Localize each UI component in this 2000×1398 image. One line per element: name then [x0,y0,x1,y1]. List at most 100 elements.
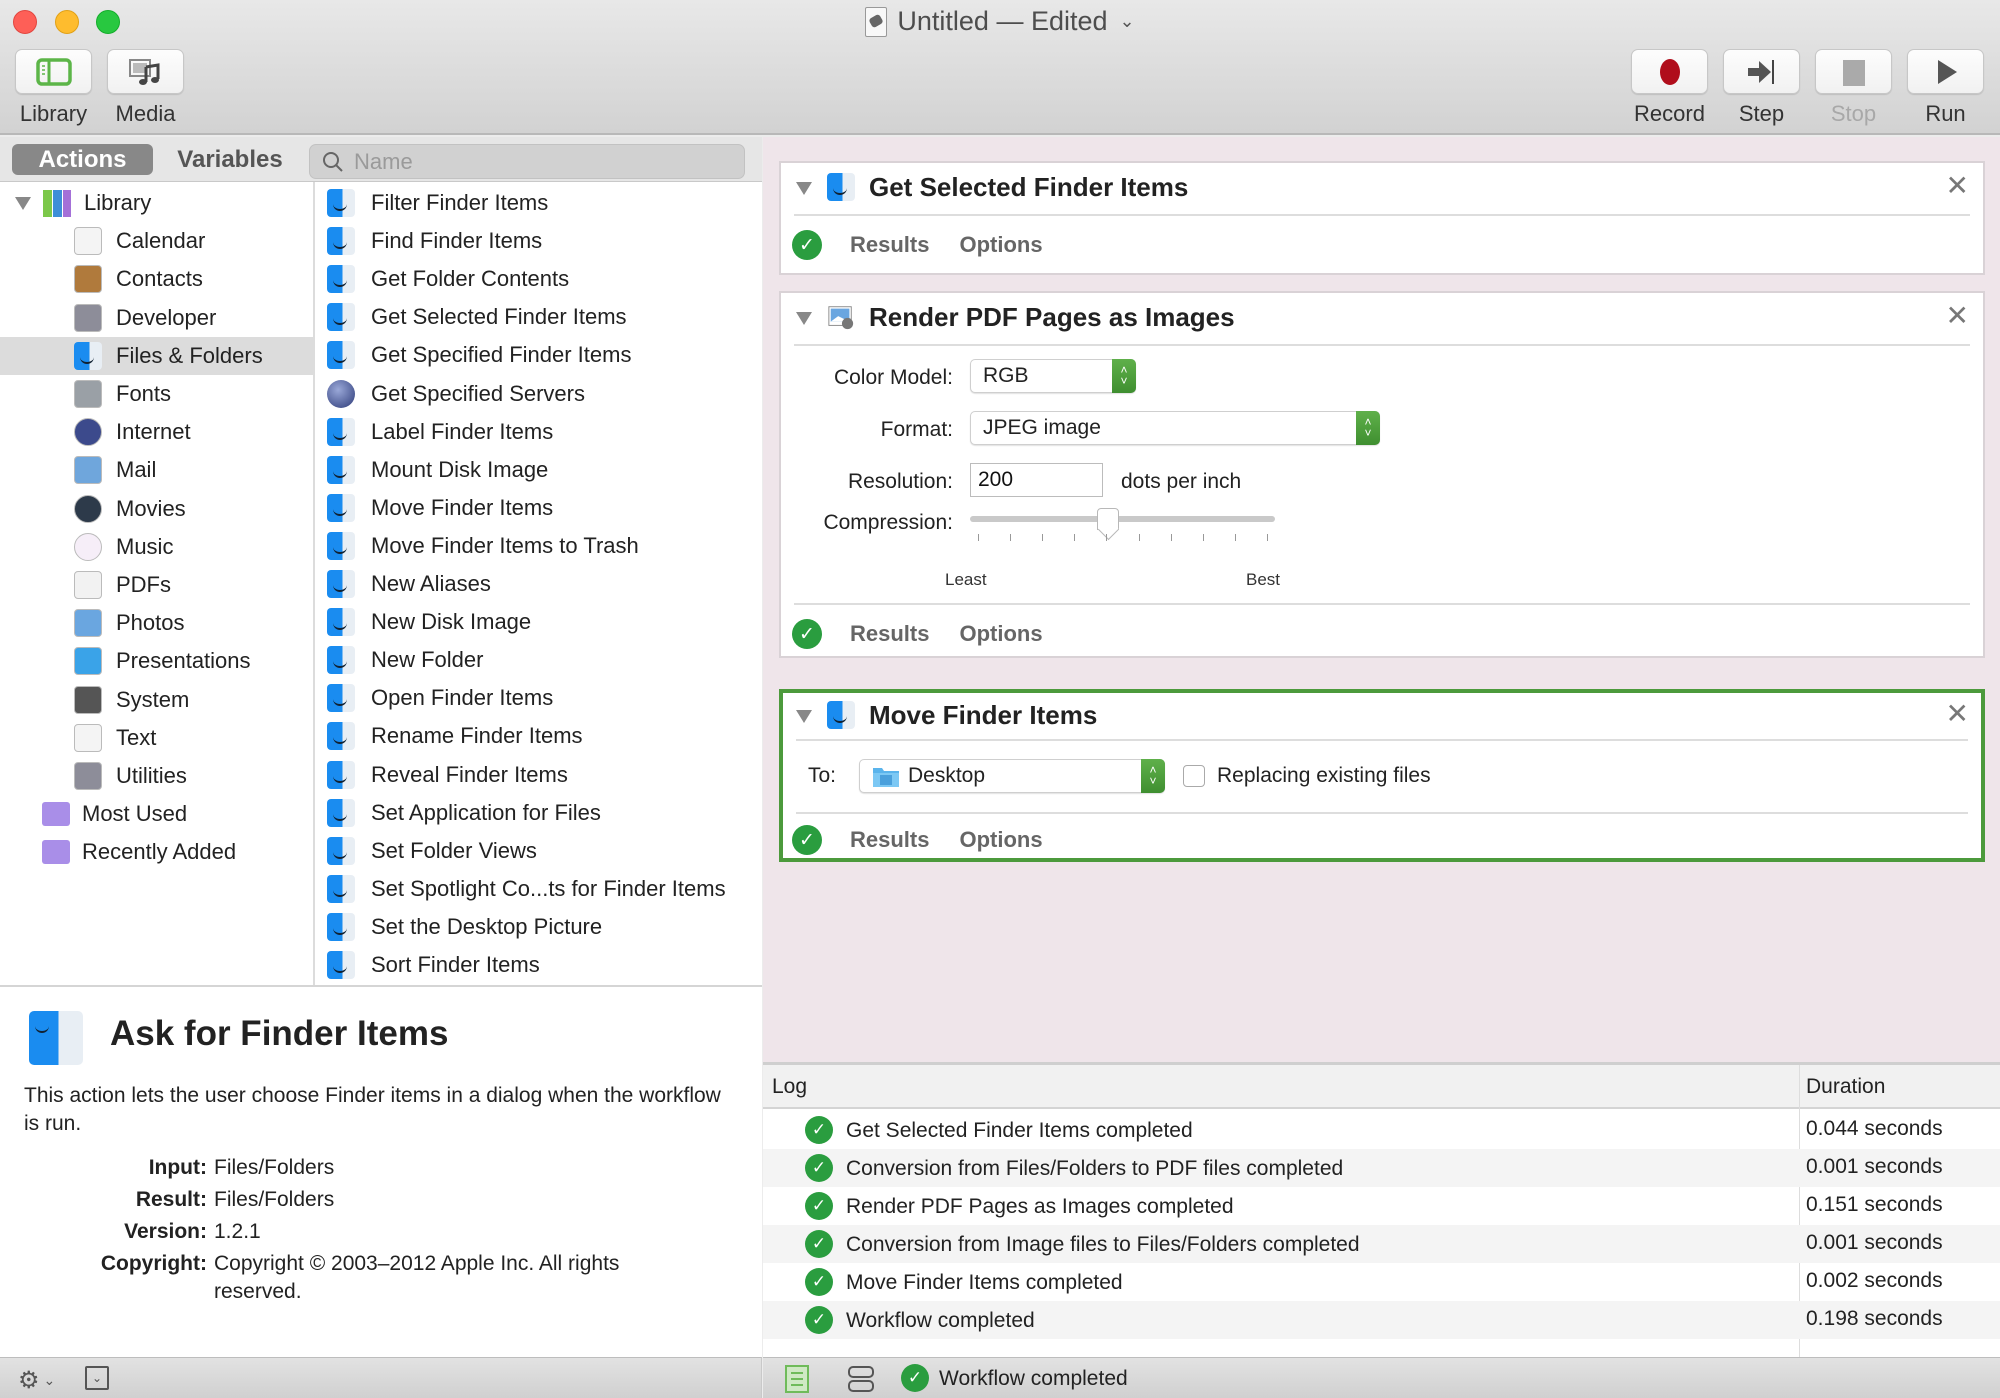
action-item-set-application-for-files[interactable]: Set Application for Files [317,794,762,832]
tab-actions[interactable]: Actions [12,144,153,175]
log-view-icon[interactable] [784,1365,810,1393]
action-item-sort-finder-items[interactable]: Sort Finder Items [317,946,762,984]
library-category-utilities[interactable]: Utilities [0,757,313,795]
library-category-pdfs[interactable]: PDFs [0,566,313,604]
finder-icon [327,836,355,865]
close-icon[interactable]: ✕ [1946,169,1969,202]
log-row[interactable]: ✓ Move Finder Items completed 0.002 second… [763,1263,2000,1301]
action-menu-button[interactable]: ⚙ ⌄ [18,1366,55,1395]
finder-icon [327,531,355,560]
action-item-move-finder-items[interactable]: Move Finder Items [317,489,762,527]
search-input[interactable] [354,148,734,175]
color-model-popup[interactable]: RGB ˄ ˅ [970,359,1136,393]
library-category-list[interactable]: Library Calendar Contacts Developer Files &… [0,182,315,985]
destination-popup[interactable]: Desktop ˄ ˅ [859,759,1165,793]
smart-folder-recently-added[interactable]: Recently Added [0,833,313,871]
duration-column-header[interactable]: Duration [1806,1075,1885,1099]
library-button[interactable]: Library [15,49,92,127]
log-row[interactable]: ✓ Conversion from Image files to Files/Fo… [763,1225,2000,1263]
gear-icon: ⚙ [18,1367,40,1394]
smart-folder-most-used[interactable]: Most Used [0,795,313,833]
action-item-new-aliases[interactable]: New Aliases [317,565,762,603]
resolution-input[interactable] [970,463,1103,497]
library-category-developer[interactable]: Developer [0,299,313,337]
media-button[interactable]: Media [107,49,184,127]
library-root-item[interactable]: Library [0,184,313,222]
action-item-move-finder-items-to-trash[interactable]: Move Finder Items to Trash [317,527,762,565]
library-category-calendar[interactable]: Calendar [0,222,313,260]
record-button[interactable]: Record [1631,49,1708,127]
workflow-action-get-selected-finder-items[interactable]: Get Selected Finder Items ✕ ✓ Results Op… [779,161,1985,275]
library-category-system[interactable]: System [0,681,313,719]
close-icon[interactable]: ✕ [1946,697,1969,730]
log-row[interactable]: ✓ Get Selected Finder Items completed 0.04… [763,1111,2000,1149]
actions-list[interactable]: Filter Finder Items Find Finder Items Get … [317,182,762,985]
step-button[interactable]: Step [1723,49,1800,127]
collapse-triangle-icon[interactable] [796,182,812,195]
library-category-music[interactable]: Music [0,528,313,566]
toggle-description-button[interactable]: ⌄ [85,1366,109,1390]
library-category-photos[interactable]: Photos [0,604,313,642]
action-item-new-folder[interactable]: New Folder [317,641,762,679]
results-tab[interactable]: Results [850,232,929,258]
log-column-header[interactable]: Log [772,1075,807,1099]
log-row[interactable]: ✓ Workflow completed 0.198 seconds [763,1301,2000,1339]
action-item-label-finder-items[interactable]: Label Finder Items [317,413,762,451]
action-item-mount-disk-image[interactable]: Mount Disk Image [317,451,762,489]
action-item-new-disk-image[interactable]: New Disk Image [317,603,762,641]
library-category-presentations[interactable]: Presentations [0,642,313,680]
description-metadata: Input: Files/Folders Result: Files/Folde… [0,1152,762,1306]
action-item-set-folder-views[interactable]: Set Folder Views [317,832,762,870]
stop-button[interactable]: Stop [1815,49,1892,127]
results-tab[interactable]: Results [850,621,929,647]
action-item-open-finder-items[interactable]: Open Finder Items [317,679,762,717]
action-item-find-finder-items[interactable]: Find Finder Items [317,222,762,260]
meta-value: Files/Folders [214,1188,335,1211]
action-item-get-specified-finder-items[interactable]: Get Specified Finder Items [317,336,762,374]
library-category-internet[interactable]: Internet [0,413,313,451]
compression-slider[interactable] [970,508,1275,548]
log-row[interactable]: ✓ Render PDF Pages as Images completed 0.1… [763,1187,2000,1225]
variables-view-icon[interactable] [847,1365,875,1393]
action-item-set-spotlight-co-ts-for-finder-items[interactable]: Set Spotlight Co...ts for Finder Items [317,870,762,908]
library-category-fonts[interactable]: Fonts [0,375,313,413]
run-button[interactable]: Run [1907,49,1984,127]
log-row[interactable]: ✓ Conversion from Files/Folders to PDF fi… [763,1149,2000,1187]
tab-variables[interactable]: Variables [165,144,295,175]
library-category-contacts[interactable]: Contacts [0,260,313,298]
library-category-files-and-folders[interactable]: Files & Folders [0,336,313,375]
action-item-reveal-finder-items[interactable]: Reveal Finder Items [317,756,762,794]
action-item-get-selected-finder-items[interactable]: Get Selected Finder Items [317,298,762,336]
window-title[interactable]: Untitled — Edited ⌄ [0,6,2000,37]
action-item-label: Open Finder Items [371,685,554,711]
workflow-canvas[interactable]: Get Selected Finder Items ✕ ✓ Results Op… [763,137,2000,1062]
close-icon[interactable]: ✕ [1946,299,1969,332]
success-check-icon: ✓ [792,825,822,855]
workflow-action-move-finder-items[interactable]: Move Finder Items ✕ To: Desktop ˄ ˅ Repla… [779,689,1985,862]
resolution-unit: dots per inch [1121,470,1242,493]
options-tab[interactable]: Options [959,621,1042,647]
library-category-label: Presentations [116,648,251,674]
replace-existing-checkbox[interactable] [1183,765,1205,787]
meta-value: Files/Folders [214,1156,335,1179]
library-category-movies[interactable]: Movies [0,490,313,528]
collapse-triangle-icon[interactable] [796,312,812,325]
action-item-filter-finder-items[interactable]: Filter Finder Items [317,184,762,222]
slider-tick [1138,534,1140,541]
collapse-triangle-icon[interactable] [796,710,812,723]
action-item-get-specified-servers[interactable]: Get Specified Servers [317,375,762,413]
library-category-label: Fonts [116,381,172,406]
slider-thumb[interactable] [1097,508,1120,530]
workflow-action-render-pdf-pages[interactable]: Render PDF Pages as Images ✕ Color Model… [779,291,1985,658]
action-item-get-folder-contents[interactable]: Get Folder Contents [317,260,762,298]
library-category-text[interactable]: Text [0,719,313,757]
results-tab[interactable]: Results [850,827,929,853]
search-field[interactable] [309,144,745,179]
disclosure-triangle-icon[interactable] [15,196,31,210]
options-tab[interactable]: Options [959,232,1042,258]
options-tab[interactable]: Options [959,827,1042,853]
library-category-mail[interactable]: Mail [0,451,313,489]
format-popup[interactable]: JPEG image ˄ ˅ [970,411,1380,445]
action-item-set-the-desktop-picture[interactable]: Set the Desktop Picture [317,908,762,946]
action-item-rename-finder-items[interactable]: Rename Finder Items [317,717,762,755]
